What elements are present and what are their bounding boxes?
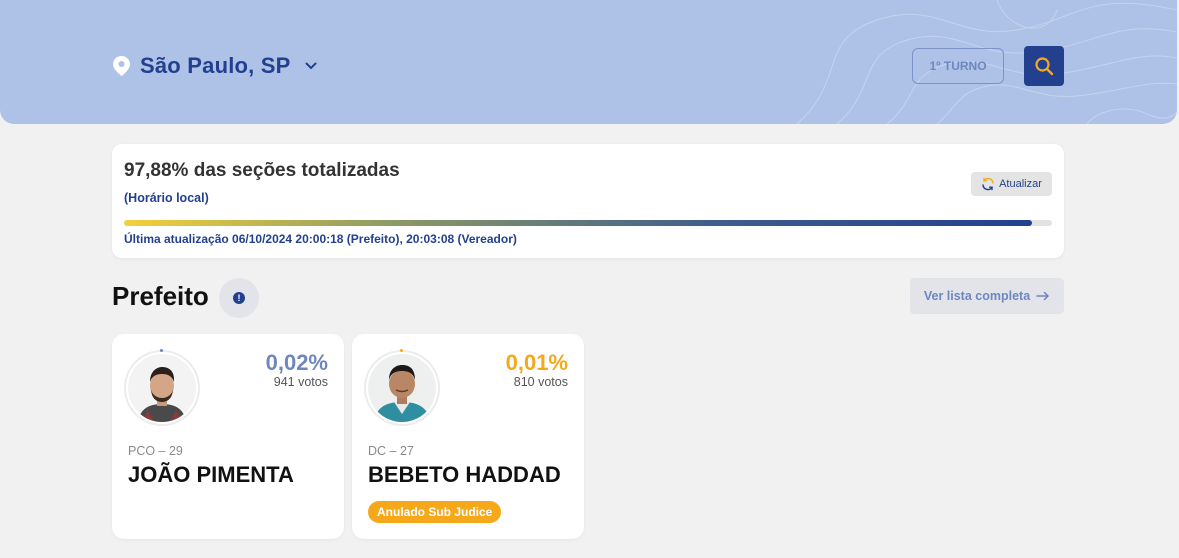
turno-button[interactable]: 1º TURNO (912, 48, 1004, 84)
vote-indicator-dot (400, 349, 403, 352)
search-icon (1035, 57, 1054, 76)
candidate-photo (368, 354, 436, 422)
refresh-icon (982, 177, 994, 191)
avatar (128, 354, 196, 422)
search-button[interactable] (1024, 46, 1064, 86)
vote-indicator-dot (160, 349, 163, 352)
header: São Paulo, SP 1º TURNO (0, 0, 1177, 124)
vote-percentage: 0,01% (505, 350, 568, 375)
party-number: DC – 27 (368, 444, 414, 458)
map-pin-icon (113, 56, 130, 76)
party-number: PCO – 29 (128, 444, 183, 458)
refresh-label: Atualizar (999, 178, 1042, 190)
see-full-list-label: Ver lista completa (923, 289, 1031, 303)
refresh-button[interactable]: Atualizar (971, 172, 1052, 196)
totalization-status-card: 97,88% das seções totalizadas (Horário l… (112, 144, 1064, 258)
see-full-list-button[interactable]: Ver lista completa (910, 278, 1064, 314)
status-badge: Anulado Sub Judice (368, 501, 502, 523)
totalization-progress-bar (124, 220, 1052, 226)
candidate-card[interactable]: 0,02% 941 votos PCO – 29 JOÃO PIMENTA (112, 334, 344, 539)
local-time-note: (Horário local) (124, 191, 209, 205)
location-selector[interactable]: São Paulo, SP (113, 52, 317, 80)
candidate-name: JOÃO PIMENTA (128, 462, 294, 487)
vote-count: 941 votos (273, 375, 328, 389)
location-name: São Paulo, SP (140, 53, 291, 78)
totalization-title: 97,88% das seções totalizadas (124, 160, 400, 181)
info-button[interactable]: ! (219, 278, 259, 318)
candidate-card[interactable]: 0,01% 810 votos DC – 27 BEBETO HADDAD An… (352, 334, 584, 539)
vote-percentage: 0,02% (265, 350, 328, 375)
candidate-photo (128, 354, 196, 422)
arrow-right-icon (1036, 291, 1050, 301)
info-icon: ! (233, 292, 245, 304)
avatar (368, 354, 436, 422)
candidate-name: BEBETO HADDAD (368, 462, 561, 487)
last-update-text: Última atualização 06/10/2024 20:00:18 (… (124, 232, 517, 246)
progress-fill (124, 220, 1033, 226)
chevron-down-icon (305, 62, 317, 70)
vote-count: 810 votos (513, 375, 568, 389)
section-title: Prefeito (112, 281, 209, 311)
